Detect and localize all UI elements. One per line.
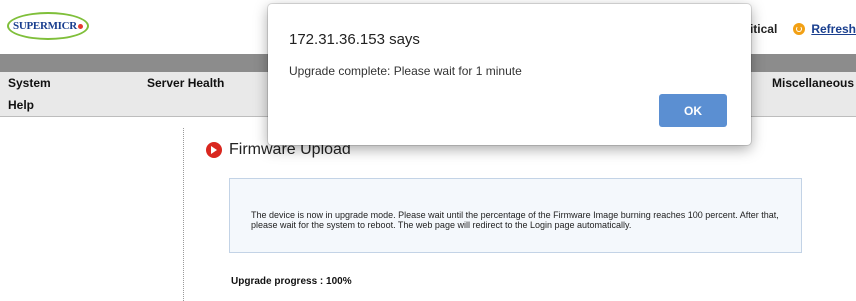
supermicro-logo: SUPERMICR <box>7 12 89 40</box>
logo-text: SUPERMICR <box>13 20 77 32</box>
dialog-origin: 172.31.36.153 says <box>289 31 420 48</box>
dialog-message: Upgrade complete: Please wait for 1 minu… <box>289 64 522 78</box>
arrow-right-icon <box>206 142 222 158</box>
menu-help[interactable]: Help <box>8 98 34 112</box>
refresh-icon[interactable] <box>793 23 806 35</box>
ok-button[interactable]: OK <box>659 94 727 127</box>
upgrade-progress: Upgrade progress : 100% <box>231 276 352 287</box>
menu-miscellaneous[interactable]: Miscellaneous <box>772 76 854 90</box>
menu-system[interactable]: System <box>8 76 51 90</box>
info-text: The device is now in upgrade mode. Pleas… <box>251 210 779 230</box>
logo-dot-icon <box>77 23 83 29</box>
alert-dialog: 172.31.36.153 says Upgrade complete: Ple… <box>268 4 751 145</box>
menu-server-health[interactable]: Server Health <box>147 76 224 90</box>
info-box: The device is now in upgrade mode. Pleas… <box>229 178 802 253</box>
refresh-link[interactable]: Refresh <box>811 22 856 36</box>
sidebar-divider <box>183 128 184 301</box>
